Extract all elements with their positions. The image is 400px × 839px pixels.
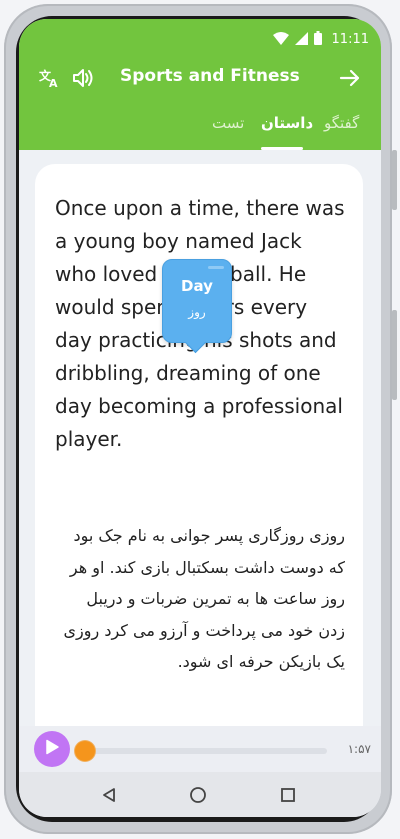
status-bar: 11:11 — [272, 29, 369, 49]
power-button — [392, 150, 397, 210]
audio-duration: ۱:۵۷ — [347, 742, 371, 756]
back-triangle-icon[interactable] — [97, 784, 121, 806]
tab-story[interactable]: داستان — [261, 114, 313, 132]
audio-player: ۱:۵۷ — [19, 726, 381, 772]
active-tab-indicator — [261, 147, 303, 150]
play-icon — [44, 739, 60, 759]
wifi-icon — [272, 30, 289, 49]
arrow-right-icon[interactable] — [337, 63, 363, 93]
status-time: 11:11 — [331, 31, 369, 47]
popup-handle — [208, 266, 224, 269]
tab-conversation[interactable]: گفتگو — [324, 114, 359, 132]
audio-progress-knob[interactable] — [75, 741, 95, 761]
audio-progress-track[interactable] — [75, 741, 327, 761]
popup-word: Day — [181, 277, 213, 295]
translate-icon[interactable]: 文 A — [37, 63, 63, 93]
home-circle-icon[interactable] — [186, 784, 210, 806]
play-button[interactable] — [34, 731, 70, 767]
tab-test[interactable]: تست — [212, 114, 244, 132]
recents-square-icon[interactable] — [276, 784, 300, 806]
svg-text:A: A — [49, 77, 58, 88]
speaker-icon[interactable] — [71, 63, 97, 93]
battery-icon — [313, 30, 322, 49]
tab-bar: گفتگو داستان تست — [19, 114, 381, 150]
app-screen: 11:11 文 A Sports and Fitness گفتگو داستا… — [19, 19, 381, 817]
signal-icon — [294, 30, 308, 49]
story-persian-text: روزی روزگاری پسر جوانی به نام جک بود که … — [63, 526, 345, 671]
app-header: 11:11 文 A Sports and Fitness گفتگو داستا… — [19, 19, 381, 150]
system-nav-bar — [19, 772, 381, 817]
volume-button — [392, 310, 397, 400]
story-card: Once upon a time, there was a young boy … — [35, 164, 363, 764]
popup-translation: روز — [188, 305, 206, 319]
page-title: Sports and Fitness — [120, 66, 300, 86]
top-app-bar: 文 A Sports and Fitness — [19, 63, 381, 93]
word-translation-popup[interactable]: Day روز — [162, 259, 232, 354]
